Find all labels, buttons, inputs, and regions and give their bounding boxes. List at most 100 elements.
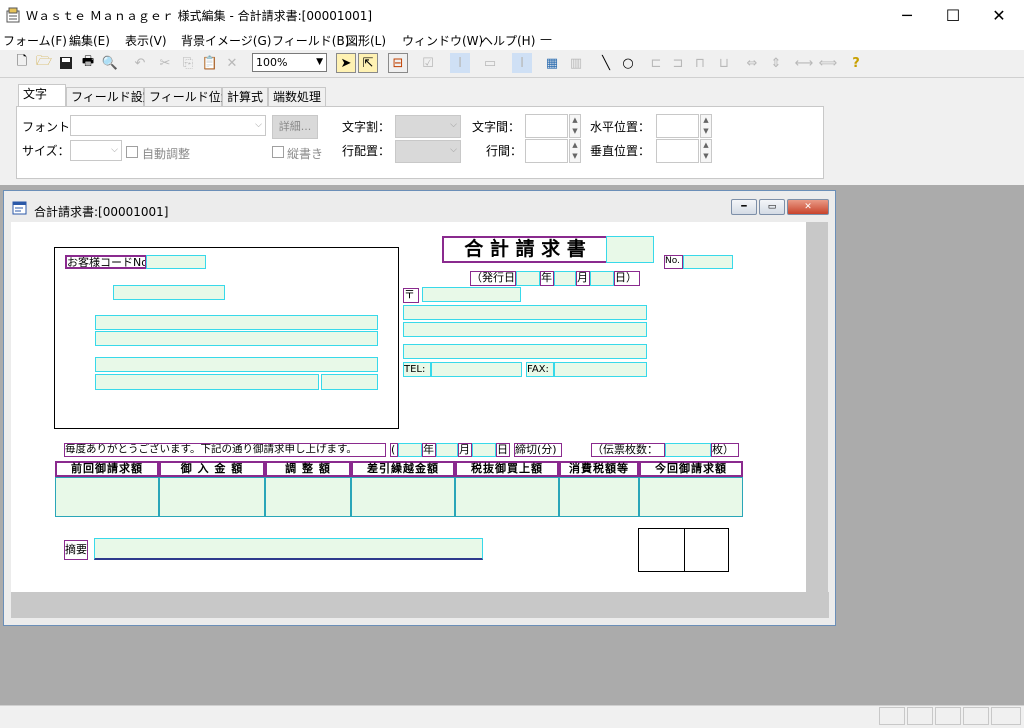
menu-more[interactable]: —: [540, 32, 552, 46]
print-preview-icon[interactable]: 🔍: [100, 53, 120, 73]
summary-field[interactable]: [94, 538, 483, 560]
menu-form[interactable]: フォーム(F): [3, 32, 67, 49]
header-carryover[interactable]: 差引繰越金額: [351, 461, 455, 477]
char-spacing-input[interactable]: [525, 114, 568, 138]
help-icon[interactable]: ?: [846, 53, 866, 73]
carryover-field[interactable]: [351, 477, 455, 517]
period-year-field[interactable]: [398, 443, 422, 457]
stamp-box-left[interactable]: [638, 528, 685, 572]
text-field2-tool-icon[interactable]: I: [512, 53, 532, 73]
ellipse-tool-icon[interactable]: ○: [618, 53, 638, 73]
align-right-icon[interactable]: ⊐: [668, 53, 688, 73]
period-day-label[interactable]: 日: [496, 443, 510, 457]
menu-view[interactable]: 表示(V): [125, 32, 167, 49]
header-previous-billing[interactable]: 前回御請求額: [55, 461, 159, 477]
customer-postal-field[interactable]: [113, 285, 225, 300]
paste-icon[interactable]: 📋: [200, 53, 220, 73]
period-day-field[interactable]: [472, 443, 496, 457]
company-address1-field[interactable]: [403, 305, 647, 320]
child-restore-button[interactable]: ▭: [759, 199, 785, 215]
customer-address2-field[interactable]: [95, 331, 378, 346]
slip-count-label[interactable]: （伝票枚数：: [591, 443, 665, 457]
previous-billing-field[interactable]: [55, 477, 159, 517]
title-suffix-field[interactable]: [606, 236, 654, 263]
closing-label[interactable]: 締切(分): [514, 443, 562, 457]
header-consumption-tax[interactable]: 消費税額等: [559, 461, 639, 477]
menu-window[interactable]: ウィンドウ(W): [402, 32, 483, 49]
period-paren-label[interactable]: (: [390, 443, 398, 457]
v-pos-input[interactable]: [656, 139, 699, 163]
line-align-select[interactable]: ⌵: [395, 140, 461, 163]
delete-icon[interactable]: ✕: [222, 53, 242, 73]
image-tool-icon[interactable]: ▦: [542, 53, 562, 73]
fax-field[interactable]: [554, 362, 647, 377]
issue-date-label[interactable]: （発行日: [470, 271, 516, 286]
same-height-icon[interactable]: ⇕: [766, 53, 786, 73]
customer-name1-field[interactable]: [95, 357, 378, 372]
open-folder-icon[interactable]: 🗁: [34, 53, 54, 73]
stamp-box-right[interactable]: [684, 528, 729, 572]
same-width-icon[interactable]: ⇔: [742, 53, 762, 73]
menu-background-image[interactable]: 背景イメージ(G): [181, 32, 271, 49]
menu-shape[interactable]: 図形(L): [346, 32, 386, 49]
tab-field-position[interactable]: フィールド位置: [144, 87, 233, 106]
period-year-label[interactable]: 年: [422, 443, 436, 457]
header-purchase-excl-tax[interactable]: 税抜御買上額: [455, 461, 559, 477]
line-spacing-spinner[interactable]: ▲ ▼: [569, 139, 581, 163]
h-pos-input[interactable]: [656, 114, 699, 138]
h-space-icon[interactable]: ⟷: [794, 53, 814, 73]
slip-count-field[interactable]: [665, 443, 711, 457]
undo-icon[interactable]: ↶: [130, 53, 150, 73]
v-pos-spinner[interactable]: ▲ ▼: [700, 139, 712, 163]
barcode-tool-icon[interactable]: ▥: [566, 53, 586, 73]
detail-button[interactable]: 詳細...: [272, 115, 318, 139]
issue-month-label[interactable]: 月: [576, 271, 590, 286]
no-field[interactable]: [683, 255, 733, 269]
menu-field[interactable]: フィールド(B): [272, 32, 349, 49]
company-name-field[interactable]: [403, 344, 647, 359]
summary-label[interactable]: 摘要: [64, 540, 88, 560]
minimize-button[interactable]: ─: [884, 0, 930, 30]
char-split-select[interactable]: ⌵: [395, 115, 461, 138]
customer-address1-field[interactable]: [95, 315, 378, 330]
postal-mark-label[interactable]: 〒: [403, 288, 419, 303]
header-current-billing[interactable]: 今回御請求額: [639, 461, 743, 477]
adjustment-field[interactable]: [265, 477, 351, 517]
no-label[interactable]: No.: [664, 255, 683, 269]
save-icon[interactable]: [56, 53, 76, 73]
auto-adjust-checkbox[interactable]: [126, 146, 138, 158]
align-top-icon[interactable]: ⊓: [690, 53, 710, 73]
purchase-excl-tax-field[interactable]: [455, 477, 559, 517]
issue-year-label[interactable]: 年: [540, 271, 554, 286]
tab-field-settings[interactable]: フィールド設定: [66, 87, 155, 106]
line-spacing-input[interactable]: [525, 139, 568, 163]
fax-label[interactable]: FAX:: [526, 362, 554, 377]
period-month-label[interactable]: 月: [458, 443, 472, 457]
char-spacing-spinner[interactable]: ▲ ▼: [569, 114, 581, 138]
thanks-message[interactable]: 毎度ありがとうございます。下記の通り御請求申し上げます。: [64, 443, 386, 457]
issue-month-field[interactable]: [554, 271, 576, 286]
menu-edit[interactable]: 編集(E): [69, 32, 110, 49]
maximize-button[interactable]: ☐: [930, 0, 976, 30]
payment-received-field[interactable]: [159, 477, 265, 517]
font-select[interactable]: ⌵: [70, 115, 266, 136]
h-pos-spinner[interactable]: ▲ ▼: [700, 114, 712, 138]
tab-rounding[interactable]: 端数処理: [268, 87, 326, 106]
checkbox-tool-icon[interactable]: ☑: [418, 53, 438, 73]
customer-name2-field[interactable]: [95, 374, 319, 390]
form-title[interactable]: 合 計 請 求 書: [442, 236, 608, 263]
print-icon[interactable]: 🖶: [78, 53, 98, 73]
menu-help[interactable]: ヘルプ(H): [481, 32, 535, 49]
line-tool-icon[interactable]: ╲: [596, 53, 616, 73]
header-adjustment[interactable]: 調 整 額: [265, 461, 351, 477]
issue-day-field[interactable]: [590, 271, 614, 286]
child-minimize-button[interactable]: ━: [731, 199, 757, 215]
field-tool-icon[interactable]: ⊟: [388, 53, 408, 73]
tel-field[interactable]: [431, 362, 522, 377]
zoom-select[interactable]: 100% ▼: [252, 53, 327, 72]
select-pointer-icon[interactable]: ➤: [336, 53, 356, 73]
new-file-icon[interactable]: 🗋: [12, 53, 32, 73]
tab-formula[interactable]: 計算式: [222, 87, 268, 106]
tel-label[interactable]: TEL:: [403, 362, 431, 377]
v-space-icon[interactable]: ⟺: [818, 53, 838, 73]
